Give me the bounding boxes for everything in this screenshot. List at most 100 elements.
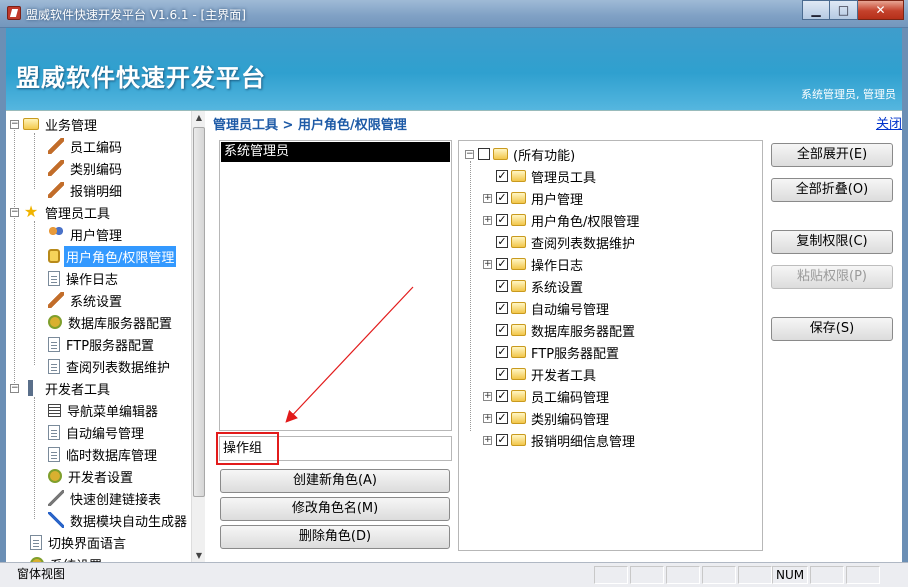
maximize-button[interactable]: □ bbox=[830, 0, 858, 20]
checkbox[interactable]: ✓ bbox=[496, 302, 508, 314]
perm-label: 管理员工具 bbox=[531, 170, 597, 186]
scroll-up-arrow[interactable]: ▲ bbox=[192, 111, 206, 125]
status-panel bbox=[702, 566, 736, 584]
nav-item-ftp-config[interactable]: FTP服务器配置 bbox=[48, 333, 156, 355]
folder-icon bbox=[511, 346, 526, 358]
rename-role-button[interactable]: 修改角色名(M) bbox=[220, 497, 450, 521]
nav-item-switch-language[interactable]: 切换界面语言 bbox=[30, 531, 128, 553]
expand-toggle[interactable]: + bbox=[483, 413, 492, 423]
perm-item[interactable]: + ✓ 类别编码管理 bbox=[483, 407, 609, 429]
nav-scrollbar[interactable]: ▲ ▼ bbox=[191, 111, 205, 563]
nav-item-label: 类别编码 bbox=[70, 162, 123, 178]
nav-item-auto-number[interactable]: 自动编号管理 bbox=[48, 421, 146, 443]
folder-icon bbox=[511, 368, 526, 380]
expand-toggle[interactable]: + bbox=[483, 391, 492, 401]
checkbox[interactable]: ✓ bbox=[496, 280, 508, 292]
paste-permissions-button[interactable]: 粘贴权限(P) bbox=[771, 265, 893, 289]
nav-item-category-code[interactable]: 类别编码 bbox=[48, 157, 124, 179]
collapse-toggle[interactable]: − bbox=[465, 149, 474, 159]
perm-label: 自动编号管理 bbox=[531, 302, 610, 318]
edit-icon bbox=[48, 160, 64, 176]
nav-group-business[interactable]: − 业务管理 bbox=[10, 113, 99, 135]
expand-toggle[interactable]: + bbox=[483, 259, 492, 269]
expand-all-button[interactable]: 全部展开(E) bbox=[771, 143, 893, 167]
delete-role-button[interactable]: 删除角色(D) bbox=[220, 525, 450, 549]
save-button[interactable]: 保存(S) bbox=[771, 317, 893, 341]
gear-icon bbox=[48, 315, 62, 329]
collapse-toggle[interactable]: − bbox=[10, 119, 19, 129]
nav-item-lookup-data[interactable]: 查阅列表数据维护 bbox=[48, 355, 172, 377]
perm-label: 类别编码管理 bbox=[531, 412, 610, 428]
collapse-all-button[interactable]: 全部折叠(O) bbox=[771, 178, 893, 202]
checkbox[interactable]: ✓ bbox=[496, 214, 508, 226]
close-link[interactable]: 关闭 bbox=[876, 113, 902, 132]
checkbox[interactable]: ✓ bbox=[496, 434, 508, 446]
nav-group-label: 管理员工具 bbox=[45, 206, 111, 222]
nav-item-employee-code[interactable]: 员工编码 bbox=[48, 135, 124, 157]
nav-item-expense-detail[interactable]: 报销明细 bbox=[48, 179, 124, 201]
expand-toggle[interactable]: + bbox=[483, 193, 492, 203]
checkbox[interactable] bbox=[478, 148, 490, 160]
collapse-toggle[interactable]: − bbox=[10, 207, 19, 217]
minimize-button[interactable]: ▁ bbox=[802, 0, 830, 20]
document-icon bbox=[48, 358, 60, 374]
status-panel bbox=[666, 566, 700, 584]
nav-item-label: 快速创建链接表 bbox=[70, 492, 162, 508]
expand-toggle[interactable]: + bbox=[483, 435, 492, 445]
folder-icon bbox=[511, 324, 526, 336]
role-item[interactable]: 系统管理员 bbox=[221, 142, 450, 162]
nav-item-nav-menu-editor[interactable]: 导航菜单编辑器 bbox=[48, 399, 160, 421]
nav-item-developer-settings[interactable]: 开发者设置 bbox=[48, 465, 135, 487]
status-panel bbox=[630, 566, 664, 584]
nav-group-admin-tools[interactable]: − ★ 管理员工具 bbox=[10, 201, 112, 223]
nav-item-label: 员工编码 bbox=[70, 140, 123, 156]
expand-toggle[interactable]: + bbox=[483, 215, 492, 225]
current-user-info: 系统管理员, 管理员 bbox=[801, 88, 896, 101]
perm-item[interactable]: ✓ 开发者工具 bbox=[483, 363, 596, 385]
nav-item-db-server-config[interactable]: 数据库服务器配置 bbox=[48, 311, 174, 333]
role-list[interactable]: 系统管理员 bbox=[219, 140, 452, 431]
app-banner: 盟威软件快速开发平台 系统管理员, 管理员 bbox=[6, 28, 902, 110]
checkbox[interactable]: ✓ bbox=[496, 412, 508, 424]
checkbox[interactable]: ✓ bbox=[496, 390, 508, 402]
nav-item-temp-db[interactable]: 临时数据库管理 bbox=[48, 443, 159, 465]
scroll-down-arrow[interactable]: ▼ bbox=[192, 549, 206, 563]
nav-item-module-generator[interactable]: 数据模块自动生成器 bbox=[48, 509, 189, 531]
nav-item-system-settings[interactable]: 系统设置 bbox=[48, 289, 124, 311]
nav-item-quick-link-table[interactable]: 快速创建链接表 bbox=[48, 487, 163, 509]
nav-item-operation-log[interactable]: 操作日志 bbox=[48, 267, 120, 289]
checkbox[interactable]: ✓ bbox=[496, 236, 508, 248]
main-frame: − 业务管理 员工编码 类别编码 报销明细 − ★ 管理员工具 用户管理 用户角… bbox=[6, 110, 902, 563]
perm-item[interactable]: ✓ 查阅列表数据维护 bbox=[483, 231, 635, 253]
perm-item[interactable]: ✓ 系统设置 bbox=[483, 275, 583, 297]
perm-item[interactable]: ✓ 管理员工具 bbox=[483, 165, 596, 187]
perm-item[interactable]: ✓ 自动编号管理 bbox=[483, 297, 609, 319]
gear-icon bbox=[48, 469, 62, 483]
permission-tree[interactable]: − (所有功能) ✓ 管理员工具 + ✓ 用户管理 + ✓ 用户角色/权限管理 ✓ 查阅列表数据维… bbox=[458, 140, 763, 551]
perm-item[interactable]: + ✓ 操作日志 bbox=[483, 253, 583, 275]
checkbox[interactable]: ✓ bbox=[496, 170, 508, 182]
role-name-input[interactable]: 操作组 bbox=[219, 436, 452, 461]
perm-item[interactable]: + ✓ 用户管理 bbox=[483, 187, 583, 209]
perm-item[interactable]: + ✓ 员工编码管理 bbox=[483, 385, 609, 407]
collapse-toggle[interactable]: − bbox=[10, 383, 19, 393]
perm-item[interactable]: + ✓ 报销明细信息管理 bbox=[483, 429, 635, 451]
nav-item-user-management[interactable]: 用户管理 bbox=[48, 223, 124, 245]
perm-root[interactable]: − (所有功能) bbox=[465, 143, 575, 165]
checkbox[interactable]: ✓ bbox=[496, 258, 508, 270]
nav-item-label: 临时数据库管理 bbox=[66, 448, 158, 464]
copy-permissions-button[interactable]: 复制权限(C) bbox=[771, 230, 893, 254]
perm-item[interactable]: ✓ FTP服务器配置 bbox=[483, 341, 619, 363]
close-button[interactable]: ✕ bbox=[858, 0, 904, 20]
document-icon bbox=[48, 424, 60, 440]
scroll-thumb[interactable] bbox=[193, 127, 205, 497]
nav-group-developer-tools[interactable]: − 开发者工具 bbox=[10, 377, 112, 399]
checkbox[interactable]: ✓ bbox=[496, 368, 508, 380]
checkbox[interactable]: ✓ bbox=[496, 324, 508, 336]
nav-item-role-permissions[interactable]: 用户角色/权限管理 bbox=[48, 245, 177, 267]
perm-item[interactable]: + ✓ 用户角色/权限管理 bbox=[483, 209, 639, 231]
checkbox[interactable]: ✓ bbox=[496, 346, 508, 358]
checkbox[interactable]: ✓ bbox=[496, 192, 508, 204]
create-role-button[interactable]: 创建新角色(A) bbox=[220, 469, 450, 493]
perm-item[interactable]: ✓ 数据库服务器配置 bbox=[483, 319, 635, 341]
